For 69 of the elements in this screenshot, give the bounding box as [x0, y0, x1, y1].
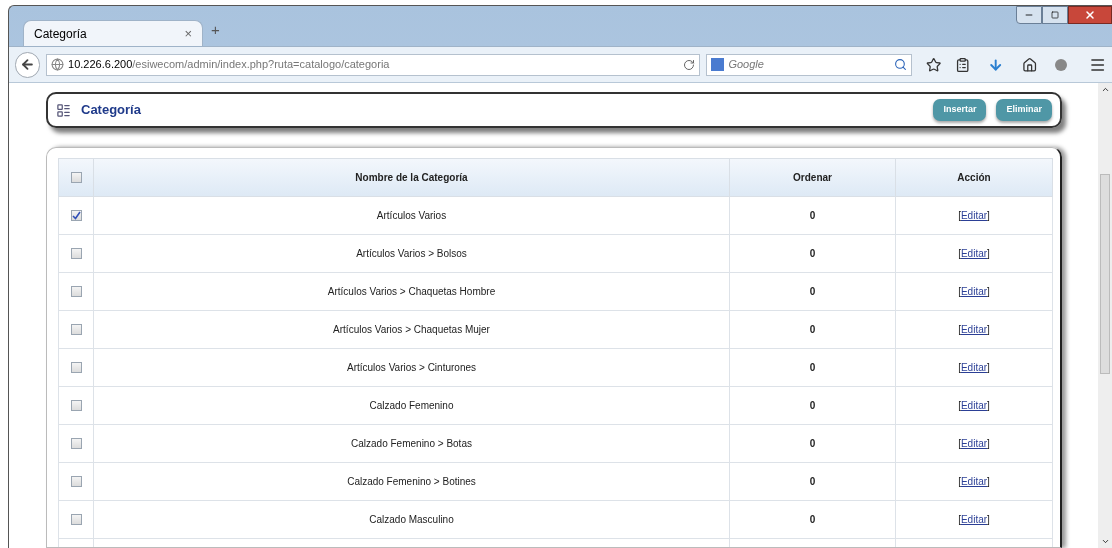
checkbox[interactable] [70, 248, 82, 259]
close-button[interactable] [1068, 6, 1112, 24]
order-value: 0 [809, 438, 816, 449]
close-icon [1084, 9, 1096, 21]
checkbox[interactable] [70, 476, 82, 487]
search-icon[interactable] [893, 58, 907, 71]
order-value: 0 [809, 210, 816, 221]
checkbox[interactable] [70, 210, 82, 221]
checkbox[interactable] [70, 286, 82, 297]
edit-action: [Editar] [958, 324, 990, 335]
edit-action: [Editar] [958, 286, 990, 297]
category-name: Calzado Femenino > Botas [351, 438, 472, 449]
scroll-down-icon[interactable] [1100, 537, 1110, 546]
scrollbar[interactable] [1098, 83, 1112, 548]
order-value: 0 [809, 514, 816, 525]
edit-action: [Editar] [958, 400, 990, 411]
category-icon [56, 102, 71, 118]
scroll-up-icon[interactable] [1100, 85, 1110, 94]
maximize-icon [1051, 11, 1059, 19]
edit-action: [Editar] [958, 362, 990, 373]
star-icon[interactable] [925, 56, 941, 73]
edit-action: [Editar] [958, 210, 990, 221]
search-field[interactable]: Google [706, 53, 912, 76]
back-button[interactable] [15, 51, 41, 78]
order-value: 0 [809, 286, 816, 297]
browser-tab[interactable]: Categoría × [23, 20, 203, 46]
category-name: Artículos Varios [376, 210, 447, 221]
tab-close[interactable]: × [184, 23, 192, 44]
category-name: Artículos Varios > Cinturones [346, 362, 476, 373]
edit-action: [Editar] [958, 514, 990, 525]
order-value: 0 [809, 324, 816, 335]
category-name: Calzado Femenino > Botines [347, 476, 476, 487]
category-name: Artículos Varios > Bolsos [356, 248, 467, 259]
edit-action: [Editar] [958, 438, 990, 449]
edit-action: [Editar] [958, 248, 990, 259]
globe-icon [51, 58, 65, 71]
checkbox[interactable] [70, 324, 82, 335]
category-name: Artículos Varios > Chaquetas Mujer [333, 324, 490, 335]
checkbox[interactable] [70, 438, 82, 449]
checkbox[interactable] [70, 514, 82, 525]
category-name: Calzado Femenino [369, 400, 454, 411]
search-input[interactable]: Google [728, 56, 890, 73]
panel-title: Categoría [81, 101, 141, 120]
category-name: Artículos Varios > Chaquetas Hombre [327, 286, 496, 297]
order-value: 0 [809, 476, 816, 487]
extension-icon[interactable] [1055, 58, 1067, 71]
home-icon[interactable] [1021, 56, 1038, 73]
edit-action: [Editar] [958, 476, 990, 487]
tab-title: Categoría [34, 25, 87, 43]
order-value: 0 [809, 400, 816, 411]
column-header: Nombre de la Categoría [355, 172, 468, 183]
order-value: 0 [809, 362, 816, 373]
new-tab-button[interactable]: + [211, 18, 220, 41]
check-icon [71, 211, 81, 220]
search-engine-icon[interactable] [711, 58, 725, 71]
checkbox[interactable] [70, 362, 82, 373]
order-value: 0 [809, 248, 816, 259]
url-text: 10.226.6.200/esiwecom/admin/index.php?ruta=catalogo/categoria [68, 57, 390, 73]
back-arrow-icon [20, 57, 36, 72]
checkbox[interactable] [70, 172, 82, 183]
minimize-button[interactable] [1016, 6, 1042, 24]
reload-icon[interactable] [683, 58, 696, 71]
maximize-button[interactable] [1042, 6, 1068, 24]
column-header: Ordenar [793, 172, 832, 183]
column-header: Acción [957, 172, 991, 183]
clipboard-icon[interactable] [955, 56, 971, 73]
checkbox[interactable] [70, 400, 82, 411]
address-bar[interactable]: 10.226.6.200/esiwecom/admin/index.php?ruta=catalogo/categoria [46, 53, 701, 76]
category-name: Calzado Masculino [369, 514, 454, 525]
